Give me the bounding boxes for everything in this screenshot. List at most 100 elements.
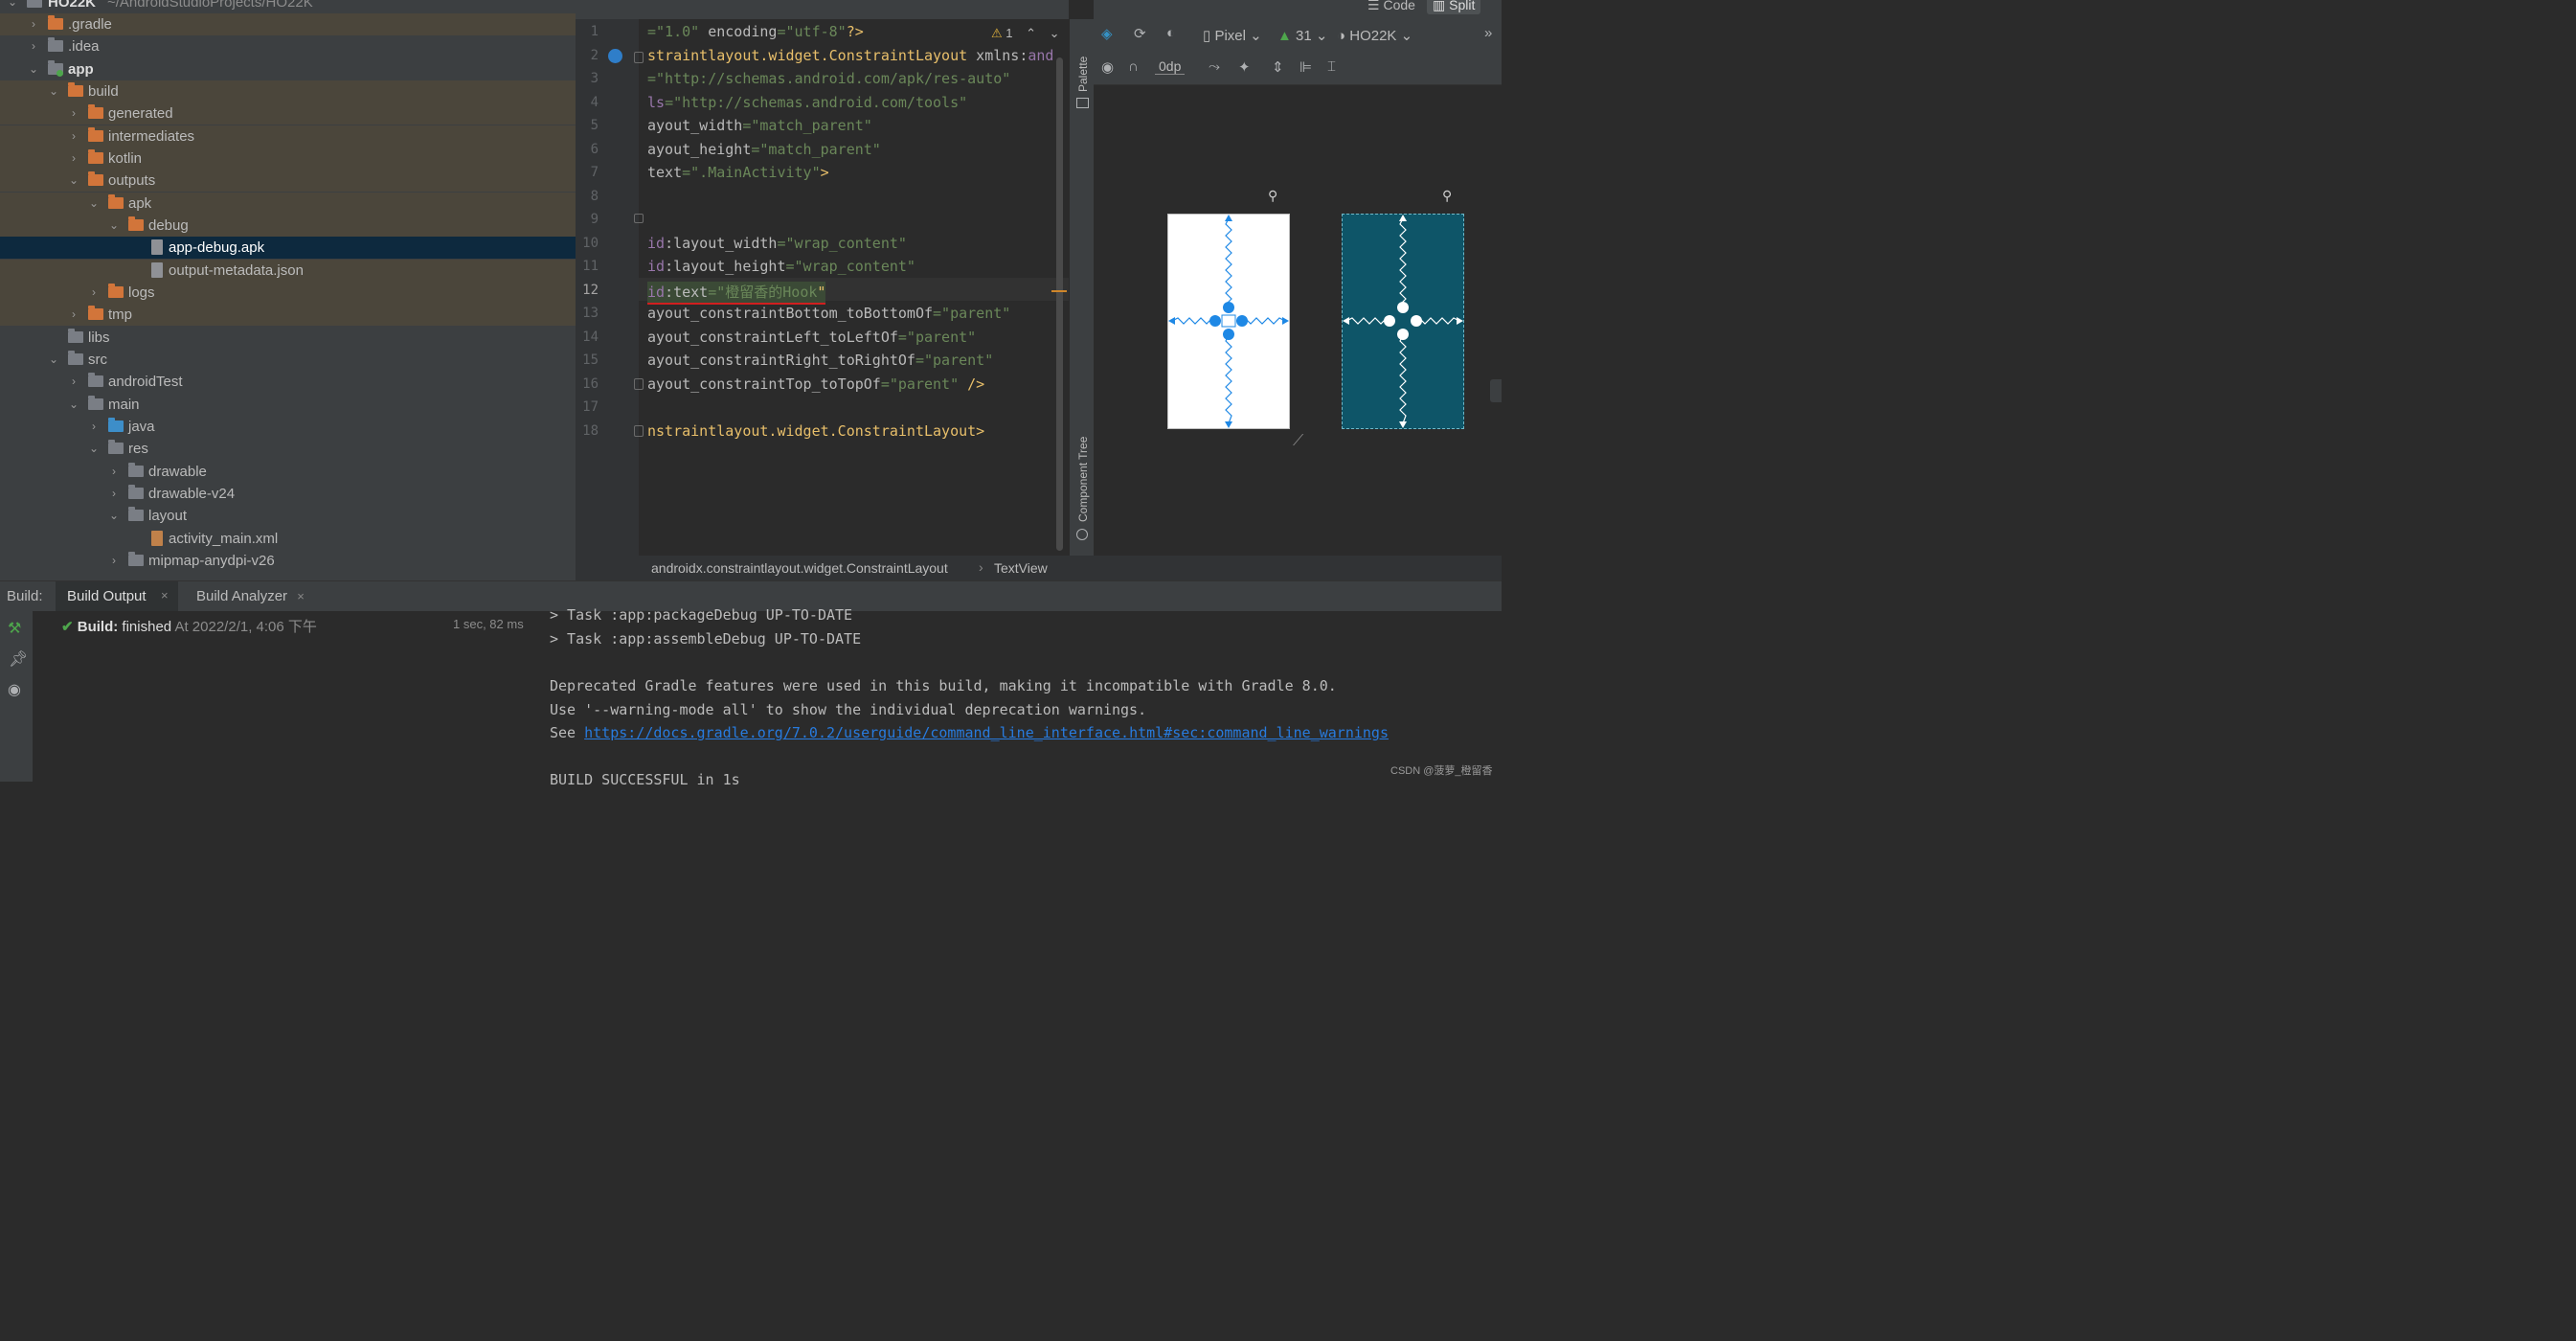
blueprint-pin-icon[interactable]: ⚲: [1442, 188, 1452, 204]
chevron-right-icon[interactable]: ›: [107, 483, 121, 505]
chevron-right-icon[interactable]: ›: [67, 148, 80, 170]
tree-item-res[interactable]: ⌄ res: [0, 438, 576, 460]
chevron-up-icon[interactable]: ⌃: [1026, 26, 1036, 40]
zoom-panel-tab[interactable]: [1490, 379, 1502, 402]
night-mode-icon[interactable]: ◐: [1166, 25, 1175, 41]
run-activity-icon[interactable]: [608, 49, 622, 63]
tree-item-intermediates[interactable]: › intermediates: [0, 125, 576, 148]
breadcrumb-item[interactable]: androidx.constraintlayout.widget.Constra…: [651, 560, 948, 576]
tree-item-androidtest[interactable]: › androidTest: [0, 371, 576, 393]
api-select[interactable]: ▲ 31 ⌄: [1277, 27, 1327, 44]
chevron-right-icon[interactable]: ›: [27, 13, 40, 35]
design-preview-pin-icon[interactable]: ⚲: [1268, 188, 1277, 204]
tab-build-output[interactable]: Build Output ×: [56, 581, 178, 615]
tab-build-analyzer[interactable]: Build Analyzer ×: [196, 588, 305, 604]
close-icon[interactable]: ×: [161, 588, 169, 602]
chevron-down-icon[interactable]: ⌄: [107, 215, 121, 237]
orientation-icon[interactable]: ⟳: [1134, 25, 1146, 42]
tree-item-layout[interactable]: ⌄ layout: [0, 505, 576, 527]
default-margin-select[interactable]: 0dp: [1155, 58, 1186, 75]
chevron-right-icon[interactable]: ›: [67, 304, 80, 326]
project-tree: ⌄ HO22K ~/AndroidStudioProjects/HO22K › …: [0, 0, 576, 580]
layers-icon[interactable]: ◈: [1101, 25, 1113, 42]
tree-item-libs[interactable]: libs: [0, 327, 576, 349]
palette-tab[interactable]: Palette: [1076, 57, 1090, 92]
tree-item-gradle[interactable]: › .gradle: [0, 13, 576, 35]
chevron-right-icon[interactable]: ›: [87, 282, 101, 304]
blueprint-preview[interactable]: [1342, 214, 1464, 429]
chevron-down-icon[interactable]: ⌄: [47, 349, 60, 371]
tree-item-debug[interactable]: ⌄ debug: [0, 215, 576, 237]
chevron-right-icon[interactable]: ›: [67, 125, 80, 148]
tree-item-app[interactable]: ⌄ app: [0, 58, 576, 80]
chevron-right-icon[interactable]: ›: [67, 102, 80, 125]
chevron-down-icon[interactable]: ⌄: [107, 505, 121, 527]
tree-item-logs[interactable]: › logs: [0, 282, 576, 304]
pack-icon[interactable]: ⇕: [1272, 58, 1284, 76]
tree-item-mipmap[interactable]: › mipmap-anydpi-v26: [0, 550, 576, 572]
tree-root[interactable]: ⌄ HO22K ~/AndroidStudioProjects/HO22K: [0, 0, 576, 13]
chevron-right-icon[interactable]: ›: [87, 416, 101, 438]
tree-item-activity-main-xml[interactable]: activity_main.xml: [0, 528, 576, 550]
theme-select[interactable]: ◑ HO22K ⌄: [1337, 27, 1412, 44]
infer-constraints-icon[interactable]: ✦: [1238, 58, 1251, 76]
fold-marker-icon[interactable]: [634, 52, 644, 63]
chevron-right-icon[interactable]: ›: [27, 35, 40, 57]
magnet-icon[interactable]: ∩: [1128, 58, 1139, 75]
chevron-down-icon[interactable]: ⌄: [47, 80, 60, 102]
chevron-down-icon[interactable]: ⌄: [67, 170, 80, 192]
code-editor[interactable]: 1 2 3 4 5 6 7 8 9 10 11 12 13 14 15 16 1…: [576, 19, 1069, 556]
build-console[interactable]: > Task :app:packageDebug UP-TO-DATE > Ta…: [536, 606, 1502, 788]
tree-item-drawable[interactable]: › drawable: [0, 461, 576, 483]
tree-item-src[interactable]: ⌄ src: [0, 349, 576, 371]
tree-item-label: generated: [108, 105, 173, 122]
tree-item-apk[interactable]: ⌄ apk: [0, 193, 576, 215]
tree-item-build[interactable]: ⌄ build: [0, 80, 576, 102]
tree-item-app-debug-apk[interactable]: app-debug.apk: [0, 237, 576, 259]
tree-item-tmp[interactable]: › tmp: [0, 304, 576, 326]
pin-icon[interactable]: 📌︎: [9, 649, 28, 669]
tree-item-drawable-v24[interactable]: › drawable-v24: [0, 483, 576, 505]
tree-item-main[interactable]: ⌄ main: [0, 394, 576, 416]
tree-item-output-metadata[interactable]: output-metadata.json: [0, 260, 576, 282]
chevron-down-icon[interactable]: ⌄: [87, 438, 101, 460]
eye-icon[interactable]: ◉: [1101, 58, 1114, 76]
chevron-down-icon[interactable]: ⌄: [6, 0, 19, 13]
code-mode-button[interactable]: ☰ Code: [1367, 0, 1415, 13]
hammer-icon[interactable]: ⚒: [8, 619, 21, 638]
resize-handle-icon[interactable]: ⟋: [1293, 433, 1303, 450]
fold-marker-icon[interactable]: [634, 378, 644, 390]
chevron-down-icon[interactable]: ⌄: [67, 394, 80, 416]
fold-marker-icon[interactable]: [634, 214, 644, 223]
editor-scrollbar[interactable]: [1056, 57, 1063, 551]
design-preview[interactable]: [1167, 214, 1290, 429]
chevron-right-icon[interactable]: ›: [107, 550, 121, 572]
expand-icon[interactable]: »: [1484, 25, 1492, 41]
inspection-widget[interactable]: ⚠ 1 ⌃ ⌄: [991, 26, 1060, 41]
chevron-right-icon[interactable]: ›: [107, 461, 121, 483]
tree-item-idea[interactable]: › .idea: [0, 35, 576, 57]
chevron-right-icon[interactable]: ›: [67, 371, 80, 393]
align-icon[interactable]: ⊫: [1299, 58, 1312, 76]
tree-item-generated[interactable]: › generated: [0, 102, 576, 125]
clear-constraints-icon[interactable]: ⤳: [1209, 58, 1220, 75]
tree-item-label: .idea: [68, 38, 100, 55]
device-select[interactable]: ▯ Pixel ⌄: [1203, 27, 1262, 44]
android-icon: ▲: [1277, 28, 1292, 44]
component-tree-tab[interactable]: Component Tree: [1076, 437, 1090, 522]
chevron-down-icon[interactable]: ⌄: [87, 193, 101, 215]
split-mode-button[interactable]: ▥ Split: [1427, 0, 1481, 14]
guidelines-icon[interactable]: ⌶: [1327, 58, 1336, 75]
eye-icon[interactable]: ◉: [8, 680, 21, 699]
chevron-down-icon[interactable]: ⌄: [1050, 26, 1060, 40]
tree-item-outputs[interactable]: ⌄ outputs: [0, 170, 576, 192]
chevron-down-icon[interactable]: ⌄: [27, 58, 40, 80]
fold-marker-icon[interactable]: [634, 425, 644, 437]
warning-marker[interactable]: [1051, 290, 1067, 292]
build-status-row[interactable]: ✔ Build: finished At 2022/2/1, 4:06 下午: [61, 616, 317, 636]
breadcrumb-item[interactable]: TextView: [994, 560, 1048, 576]
close-icon[interactable]: ×: [297, 589, 305, 603]
tree-item-java[interactable]: › java: [0, 416, 576, 438]
gradle-docs-link[interactable]: https://docs.gradle.org/7.0.2/userguide/…: [584, 724, 1389, 741]
tree-item-kotlin[interactable]: › kotlin: [0, 148, 576, 170]
